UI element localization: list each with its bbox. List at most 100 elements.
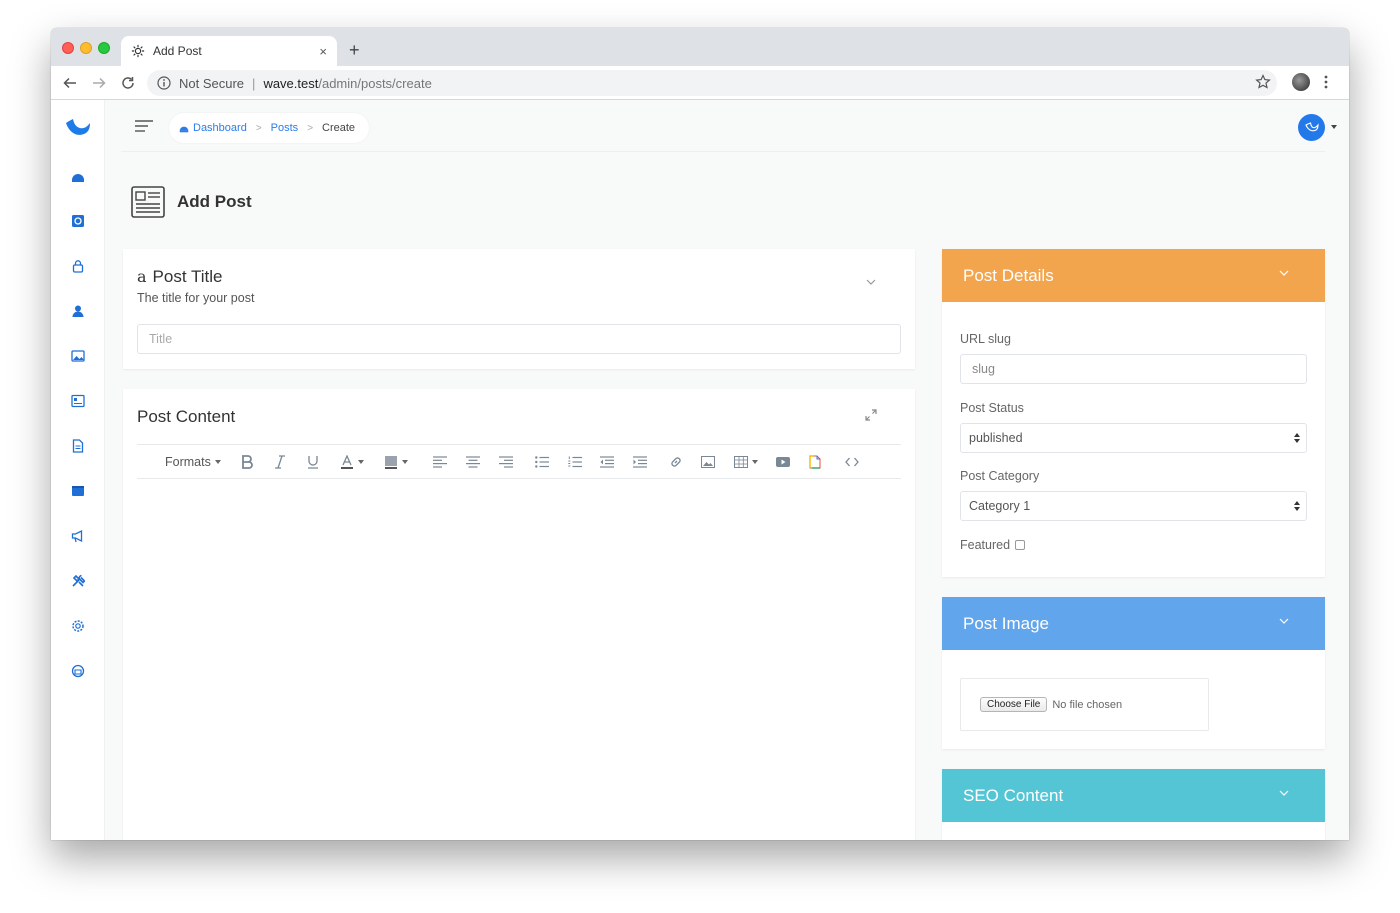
database-icon: [72, 215, 84, 227]
info-icon: [157, 76, 171, 90]
post-details-header[interactable]: Post Details: [942, 249, 1325, 302]
sidebar-item-pages[interactable]: [65, 433, 91, 459]
expand-icon[interactable]: [865, 409, 877, 421]
bullet-list-button[interactable]: [535, 453, 549, 471]
maximize-window-button[interactable]: [98, 42, 110, 54]
post-image-heading: Post Image: [963, 613, 1049, 633]
lock-icon: [72, 260, 84, 273]
table-button[interactable]: [734, 453, 758, 471]
sidebar-item-roles[interactable]: [65, 253, 91, 279]
formats-label: Formats: [165, 455, 211, 469]
post-image-panel: Post Image Choose File No file chosen: [942, 597, 1325, 749]
chevron-down-icon[interactable]: [1279, 790, 1289, 796]
wave-logo-icon[interactable]: [64, 114, 92, 142]
align-left-button[interactable]: [433, 453, 447, 471]
sidebar-item-announcements[interactable]: [65, 523, 91, 549]
sidebar-item-tools[interactable]: [65, 568, 91, 594]
link-icon: [671, 457, 681, 467]
post-details-heading: Post Details: [963, 265, 1054, 285]
post-image-header[interactable]: Post Image: [942, 597, 1325, 650]
seo-content-header[interactable]: SEO Content: [942, 769, 1325, 822]
category-select[interactable]: Category 1: [960, 491, 1307, 521]
file-button[interactable]: [809, 453, 821, 471]
chevron-down-icon[interactable]: [1279, 618, 1289, 624]
user-avatar[interactable]: [1298, 114, 1325, 141]
forward-button[interactable]: [88, 72, 110, 94]
no-file-label: No file chosen: [1052, 698, 1123, 711]
status-value: published: [969, 431, 1023, 445]
breadcrumb-dashboard[interactable]: Dashboard: [193, 122, 247, 134]
bookmark-star-icon[interactable]: [1255, 74, 1271, 90]
browser-tab[interactable]: Add Post ×: [121, 36, 337, 66]
image-button[interactable]: [701, 453, 715, 471]
media-icon: [71, 350, 85, 362]
table-icon: [734, 456, 748, 468]
numbered-list-button[interactable]: [568, 453, 582, 471]
outdent-button[interactable]: [600, 453, 614, 471]
italic-button[interactable]: [274, 453, 286, 471]
minimize-window-button[interactable]: [80, 42, 92, 54]
seo-content-heading: SEO Content: [963, 785, 1064, 805]
indent-button[interactable]: [633, 453, 647, 471]
background-color-button[interactable]: [384, 453, 408, 471]
admin-app: Dashboard > Posts > Create Add Post a͏͏ …: [51, 100, 1349, 840]
breadcrumb-current: Create: [322, 122, 356, 134]
caret-down-icon: [214, 460, 221, 464]
text-color-icon: [341, 455, 353, 469]
caret-down-icon: [752, 460, 758, 464]
text-icon: a͏͏: [137, 267, 147, 286]
bold-button[interactable]: [241, 453, 253, 471]
sidebar-item-media[interactable]: [65, 343, 91, 369]
align-right-button[interactable]: [499, 453, 513, 471]
not-secure-label: Not Secure: [179, 75, 245, 91]
sidebar-item-posts[interactable]: [65, 388, 91, 414]
sidebar-item-themes[interactable]: [65, 658, 91, 684]
source-code-button[interactable]: [845, 453, 859, 471]
post-title-input[interactable]: [137, 324, 901, 354]
post-title-subheading: The title for your post: [137, 291, 255, 305]
user-menu-caret-icon[interactable]: [1331, 125, 1337, 129]
slug-input[interactable]: [960, 354, 1307, 384]
status-select[interactable]: published: [960, 423, 1307, 453]
file-icon: [809, 455, 821, 469]
sidebar-item-database[interactable]: [65, 208, 91, 234]
tab-close-icon[interactable]: ×: [319, 44, 327, 59]
chevron-down-icon[interactable]: [866, 279, 876, 285]
themes-icon: [71, 664, 85, 678]
reload-button[interactable]: [117, 72, 139, 94]
formats-dropdown[interactable]: Formats: [165, 453, 221, 471]
link-button[interactable]: [669, 453, 683, 471]
featured-checkbox[interactable]: [1015, 540, 1026, 550]
gear-icon: [131, 44, 145, 58]
sidebar-item-settings[interactable]: [65, 613, 91, 639]
align-center-icon: [466, 456, 480, 468]
sidebar-item-users[interactable]: [65, 298, 91, 324]
indent-icon: [633, 456, 647, 468]
back-button[interactable]: [59, 72, 81, 94]
reload-icon: [122, 77, 134, 89]
select-arrows-icon: [1294, 433, 1300, 443]
bullet-list-icon: [535, 456, 549, 468]
underline-button[interactable]: [307, 453, 319, 471]
menu-toggle-icon[interactable]: [135, 120, 153, 132]
video-button[interactable]: [776, 453, 790, 471]
arrow-left-icon: [63, 77, 76, 89]
select-arrows-icon: [1294, 501, 1300, 511]
sidebar-item-categories[interactable]: [65, 478, 91, 504]
align-center-button[interactable]: [466, 453, 480, 471]
post-content-heading: Post Content: [137, 407, 236, 426]
text-color-button[interactable]: [340, 453, 364, 471]
close-window-button[interactable]: [62, 42, 74, 54]
choose-file-button[interactable]: Choose File: [980, 697, 1048, 712]
more-menu-icon[interactable]: [1323, 74, 1329, 90]
browser-window: Add Post × + Not Secure | wave.test/admi…: [51, 28, 1349, 840]
breadcrumb-posts[interactable]: Posts: [271, 122, 299, 134]
page-title: Add Post: [177, 192, 252, 211]
pages-icon: [72, 439, 84, 453]
chevron-down-icon[interactable]: [1279, 270, 1289, 276]
sidebar-item-dashboard[interactable]: [65, 163, 91, 189]
profile-avatar[interactable]: [1292, 73, 1310, 91]
category-label: Post Category: [960, 469, 1040, 483]
address-bar[interactable]: Not Secure | wave.test/admin/posts/creat…: [147, 70, 1277, 96]
new-tab-button[interactable]: +: [349, 40, 360, 60]
